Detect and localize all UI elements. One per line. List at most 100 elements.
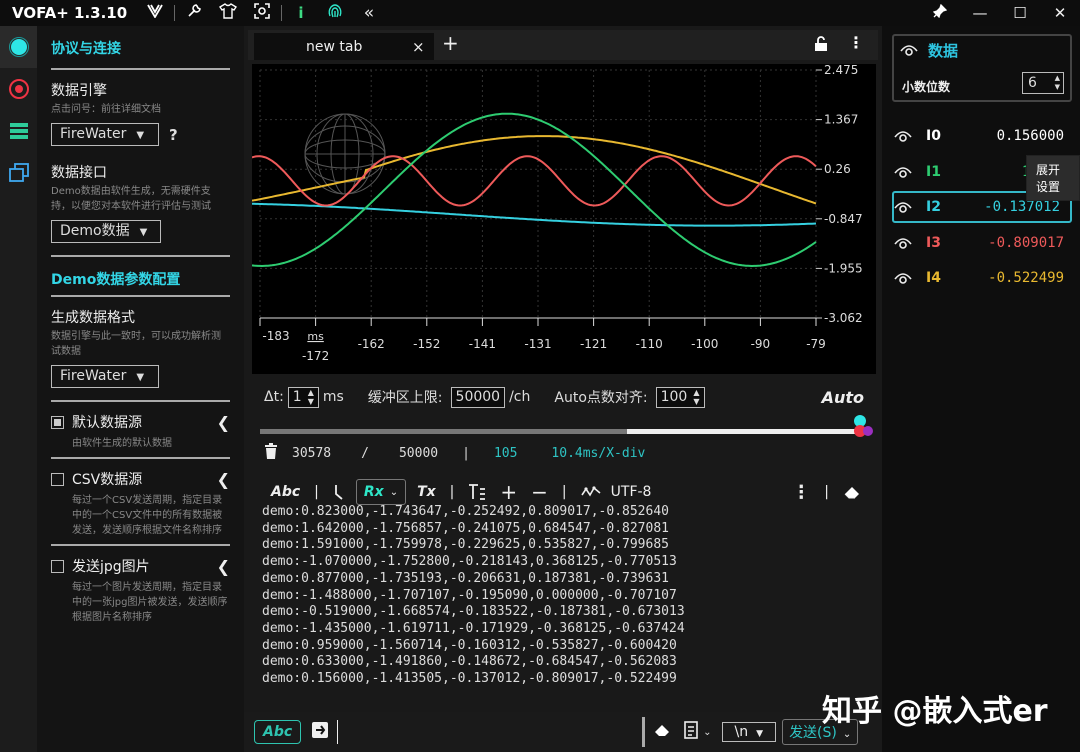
log-line: demo:0.823000,-1.743647,-0.252492,0.8090…: [262, 504, 669, 519]
engine-hint: 点击问号：前往详细文档: [51, 104, 161, 115]
chevron-left-icon[interactable]: ❮: [217, 557, 230, 576]
send-abc-toggle[interactable]: Abc: [254, 720, 302, 744]
line-wrap-icon[interactable]: [326, 484, 352, 500]
rx-filter-button[interactable]: Rx ⌄: [355, 479, 407, 505]
text-format-icon[interactable]: [461, 484, 493, 500]
tx-toggle[interactable]: Tx: [410, 484, 443, 500]
caret-down-icon: ▼: [139, 227, 148, 238]
source-csv: CSV数据源 ❮ 每过一个CSV发送周期，指定目录中的一个CSV文件中的所有数据…: [51, 469, 230, 538]
wrench-icon[interactable]: [177, 3, 211, 23]
dt-value: 1: [292, 389, 302, 405]
close-icon[interactable]: ✕: [1040, 0, 1080, 26]
channel-name: I1: [926, 163, 941, 180]
add-tab-icon[interactable]: +: [442, 31, 459, 55]
expand-settings-tooltip: 展开设置: [1026, 155, 1080, 201]
eraser-icon[interactable]: [836, 484, 868, 500]
spin-arrows-icon[interactable]: ▲ ▼: [1055, 74, 1060, 92]
x-tick-label: -100: [691, 337, 718, 351]
help-question-icon[interactable]: ?: [169, 126, 178, 144]
zoom-in-icon[interactable]: +: [493, 480, 524, 504]
decimals-spinbox[interactable]: 6 ▲ ▼: [1022, 72, 1064, 94]
separator: |: [314, 484, 319, 500]
eye-icon[interactable]: [900, 42, 918, 61]
send-input-cursor[interactable]: [337, 720, 339, 744]
tab-close-icon[interactable]: ×: [412, 38, 425, 56]
channel-name: I3: [926, 234, 941, 251]
format-hint: 数据引擎与此一致时，可以成功解析测试数据: [51, 331, 221, 357]
chevron-down-icon[interactable]: ⌄: [703, 727, 711, 738]
more-vertical-icon[interactable]: ⋮: [785, 482, 817, 503]
vofa-logo-icon[interactable]: [138, 4, 172, 22]
info-icon[interactable]: i: [284, 4, 318, 22]
buffer-slider[interactable]: [260, 415, 876, 438]
trash-icon[interactable]: [264, 443, 278, 463]
eye-icon[interactable]: [894, 271, 912, 285]
receive-log[interactable]: demo:0.823000,-1.743647,-0.252492,0.8090…: [262, 504, 872, 704]
eye-icon[interactable]: [894, 129, 912, 143]
separator: [281, 5, 282, 21]
spin-arrows-icon[interactable]: ▲ ▼: [693, 388, 699, 406]
buffer-input[interactable]: 50000: [450, 386, 506, 408]
align-spinbox[interactable]: 100 ▲ ▼: [655, 386, 705, 408]
record-nav-icon[interactable]: [0, 68, 37, 110]
section-title-protocol: 协议与连接: [51, 41, 121, 57]
tshirt-icon[interactable]: [211, 3, 245, 23]
zoom-out-icon[interactable]: −: [524, 480, 555, 504]
y-axis-ticks: 2.475 1.367 0.26 -0.847 -1.955 -3.062: [816, 63, 863, 325]
focus-camera-icon[interactable]: [245, 3, 279, 23]
waveform-icon[interactable]: [574, 485, 608, 499]
more-vertical-icon[interactable]: ⋮: [848, 33, 864, 52]
x-unit-label: ms: [307, 330, 324, 343]
separator: |: [449, 484, 455, 500]
format-select[interactable]: FireWater ▼: [51, 365, 159, 388]
windows-nav-icon[interactable]: [0, 152, 37, 194]
list-nav-icon[interactable]: [0, 110, 37, 152]
eye-icon[interactable]: [894, 165, 912, 179]
spin-arrows-icon[interactable]: ▲ ▼: [308, 388, 314, 406]
abc-toggle[interactable]: Abc: [264, 484, 307, 500]
slider-handle-purple[interactable]: [863, 426, 873, 436]
channel-value: -0.137012: [984, 199, 1060, 215]
chevron-left-icon[interactable]: ❮: [217, 470, 230, 489]
source-jpg-checkbox[interactable]: [51, 559, 64, 573]
source-default-checkbox[interactable]: [51, 415, 64, 429]
plot-curves: [251, 112, 817, 268]
log-line: demo:0.959000,-1.560714,-0.160312,-0.535…: [262, 637, 677, 653]
data-settings-box: 数据 小数位数 6 ▲ ▼: [892, 34, 1072, 102]
eye-icon[interactable]: [894, 200, 912, 214]
y-tick-label: 2.475: [824, 64, 858, 77]
fingerprint-icon[interactable]: [318, 2, 352, 24]
clear-send-icon[interactable]: [653, 722, 671, 742]
eye-icon[interactable]: [894, 236, 912, 250]
waveform-plot[interactable]: 2.475 1.367 0.26 -0.847 -1.955 -3.062 -183 -17…: [251, 63, 876, 374]
command-icon[interactable]: [683, 721, 699, 743]
source-csv-checkbox[interactable]: [51, 472, 64, 486]
encoding-label[interactable]: UTF-8: [604, 484, 659, 500]
auto-button[interactable]: Auto: [822, 388, 864, 407]
channel-row-i0[interactable]: I0 0.156000: [894, 120, 1074, 152]
connection-nav-icon[interactable]: [0, 26, 37, 68]
dt-spinbox[interactable]: 1 ▲ ▼: [287, 386, 319, 408]
pin-icon[interactable]: [920, 0, 960, 26]
channel-name: I2: [926, 199, 941, 215]
source-csv-hint: 每过一个CSV发送周期，指定目录中的一个CSV文件中的所有数据被发送，发送顺序根…: [72, 495, 223, 536]
channel-row-i4[interactable]: I4 -0.522499: [894, 262, 1074, 294]
unlock-icon[interactable]: [814, 36, 828, 56]
channel-row-i3[interactable]: I3 -0.809017: [894, 227, 1074, 259]
newline-select[interactable]: \n ▼: [721, 722, 777, 742]
minimize-icon[interactable]: —: [960, 0, 1000, 26]
collapse-left-icon[interactable]: «: [352, 3, 386, 23]
log-line: demo:1.642000,-1.756857,-0.241075,0.6845…: [262, 520, 669, 536]
tab-bar: new tab × + ⋮: [248, 30, 878, 60]
channel-value: 0.156000: [996, 128, 1064, 144]
maximize-icon[interactable]: ☐: [1000, 0, 1040, 26]
data-panel-title: 数据: [928, 42, 959, 60]
chevron-left-icon[interactable]: ❮: [217, 413, 230, 432]
interface-select-value: Demo数据: [60, 223, 130, 239]
send-file-icon[interactable]: [311, 721, 329, 743]
engine-select[interactable]: FireWater ▼: [51, 123, 159, 146]
splitter[interactable]: [642, 717, 646, 747]
newline-value: \n: [734, 724, 749, 740]
tab-new[interactable]: new tab ×: [254, 33, 434, 60]
interface-select[interactable]: Demo数据 ▼: [51, 220, 161, 243]
